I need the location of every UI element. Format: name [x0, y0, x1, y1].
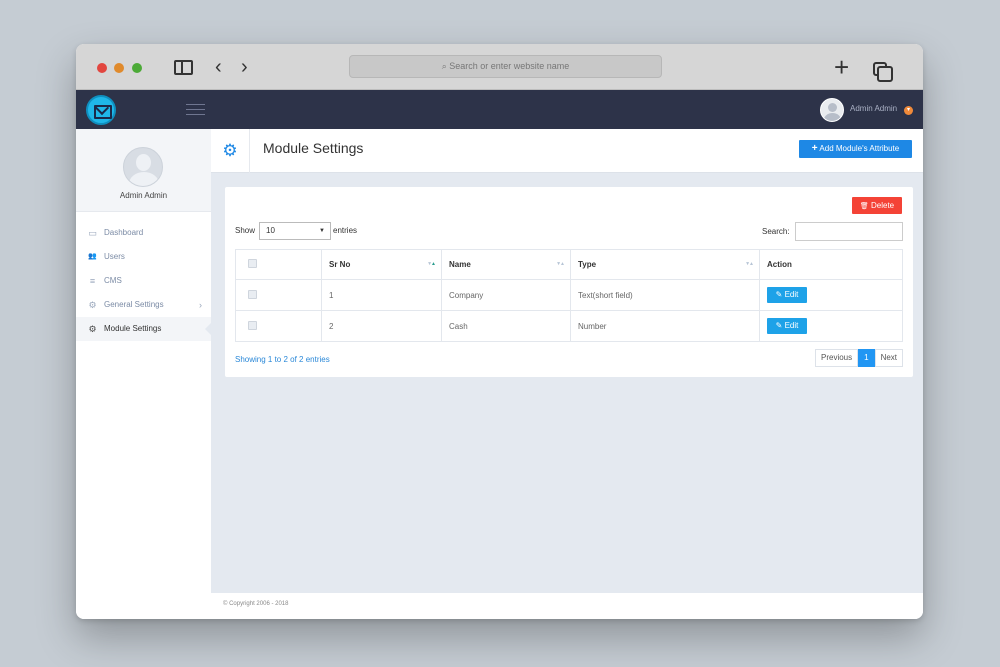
sidebar-menu: ▭ Dashboard 👥 Users ≡ CMS ⚙ General Sett… — [76, 221, 211, 341]
minimize-window-button[interactable] — [114, 63, 124, 73]
page-1-button[interactable]: 1 — [858, 349, 875, 367]
list-icon: ≡ — [89, 276, 96, 286]
new-tab-icon[interactable]: + — [834, 54, 849, 80]
sidebar-profile: Admin Admin — [76, 129, 211, 212]
table-row: 2 Cash Number ✎ Edit — [235, 310, 903, 342]
users-icon: 👥 — [88, 253, 97, 260]
table-info: Showing 1 to 2 of 2 entries — [235, 355, 330, 364]
gear-icon: ⚙ — [88, 324, 97, 334]
main-content: ⚙ Module Settings + Add Module's Attribu… — [211, 129, 923, 619]
select-all-header — [235, 249, 322, 280]
table-header-row: Sr No ▼▲ Name ▼▲ Type ▼▲ Action — [235, 249, 903, 280]
sr-no-cell: 1 — [321, 279, 442, 311]
column-header-type[interactable]: Type ▼▲ — [570, 249, 760, 280]
pencil-icon: ✎ — [775, 321, 783, 330]
sidebar-item-label: CMS — [104, 276, 122, 285]
topbar-username[interactable]: Admin Admin — [850, 104, 897, 113]
add-attribute-button[interactable]: + Add Module's Attribute — [799, 140, 912, 158]
copyright-text: © Copyright 2006 - 2018 — [223, 601, 289, 607]
pagination: Previous 1 Next — [815, 349, 904, 367]
browser-toolbar: ‹ › ⌕ Search or enter website name + — [76, 44, 923, 90]
table-row: 1 Company Text(short field) ✎ Edit — [235, 279, 903, 311]
cogs-icon: ⚙ — [88, 300, 97, 310]
row-checkbox[interactable] — [248, 289, 257, 299]
next-page-button[interactable]: Next — [874, 349, 904, 367]
page-size-value: 10 — [266, 226, 275, 235]
type-cell: Number — [570, 310, 760, 342]
sort-icon: ▼▲ — [745, 261, 754, 267]
column-header-sr-no[interactable]: Sr No ▼▲ — [321, 249, 442, 280]
column-header-action: Action — [759, 249, 903, 280]
browser-window: ‹ › ⌕ Search or enter website name + Adm… — [76, 44, 923, 619]
caret-down-icon: ▼ — [319, 228, 325, 234]
action-cell: ✎ Edit — [759, 310, 903, 342]
sort-icon: ▼▲ — [556, 261, 565, 267]
page-title: Module Settings — [263, 140, 364, 156]
add-attribute-label: Add Module's Attribute — [819, 144, 900, 153]
sidebar-item-module-settings[interactable]: ⚙ Module Settings — [76, 317, 211, 341]
entries-label: entries — [333, 226, 358, 235]
sidebar-item-label: Dashboard — [104, 228, 144, 237]
select-all-checkbox[interactable] — [248, 259, 257, 268]
user-avatar[interactable] — [820, 98, 844, 122]
sr-no-cell: 2 — [321, 310, 442, 342]
type-cell: Text(short field) — [570, 279, 760, 311]
back-arrow-icon[interactable]: ‹ — [215, 57, 222, 77]
close-window-button[interactable] — [97, 63, 107, 73]
sidebar-toggle-icon[interactable] — [174, 60, 193, 75]
row-checkbox[interactable] — [248, 320, 257, 330]
delete-button[interactable]: 🗑 Delete — [852, 197, 902, 214]
gear-icon: ⚙ — [211, 129, 250, 173]
mail-logo-icon[interactable] — [86, 95, 116, 125]
address-bar-placeholder: Search or enter website name — [449, 61, 570, 71]
sidebar-item-cms[interactable]: ≡ CMS — [76, 269, 211, 293]
laptop-icon: ▭ — [88, 228, 97, 238]
profile-avatar — [123, 147, 163, 187]
footer: © Copyright 2006 - 2018 — [211, 593, 923, 619]
sidebar-item-label: General Settings — [104, 300, 164, 309]
edit-button[interactable]: ✎ Edit — [767, 318, 807, 334]
tabs-overview-icon[interactable] — [873, 62, 893, 82]
sort-icon: ▼▲ — [427, 261, 436, 267]
menu-toggle-icon[interactable] — [186, 104, 205, 116]
attributes-table: Sr No ▼▲ Name ▼▲ Type ▼▲ Action 1 Company T… — [235, 249, 903, 342]
sidebar-item-users[interactable]: 👥 Users — [76, 245, 211, 269]
attributes-panel: 🗑 Delete Show 10 ▼ entries Search: Sr No… — [225, 187, 913, 377]
page-size-select[interactable]: 10 ▼ — [259, 222, 331, 240]
name-cell: Company — [441, 279, 571, 311]
action-cell: ✎ Edit — [759, 279, 903, 311]
previous-page-button[interactable]: Previous — [815, 349, 859, 367]
edit-button[interactable]: ✎ Edit — [767, 287, 807, 303]
chevron-right-icon: › — [199, 300, 202, 310]
profile-name: Admin Admin — [119, 191, 168, 200]
column-header-name[interactable]: Name ▼▲ — [441, 249, 571, 280]
address-bar[interactable]: ⌕ Search or enter website name — [349, 55, 662, 78]
page-header: ⚙ Module Settings + Add Module's Attribu… — [211, 129, 923, 173]
row-select-cell — [235, 310, 322, 342]
row-select-cell — [235, 279, 322, 311]
search-input[interactable] — [795, 222, 903, 241]
sidebar-item-label: Users — [104, 252, 125, 261]
user-dropdown-icon[interactable]: ▾ — [904, 106, 913, 115]
pencil-icon: ✎ — [775, 290, 783, 299]
app-topbar: Admin Admin ▾ — [76, 90, 923, 129]
trash-icon: 🗑 — [859, 203, 869, 210]
sidebar-item-general-settings[interactable]: ⚙ General Settings › — [76, 293, 211, 317]
plus-icon: + — [811, 143, 818, 154]
search-label: Search: — [762, 227, 790, 236]
show-label: Show — [235, 226, 256, 235]
forward-arrow-icon[interactable]: › — [241, 57, 248, 77]
maximize-window-button[interactable] — [132, 63, 142, 73]
name-cell: Cash — [441, 310, 571, 342]
sidebar: Admin Admin ▭ Dashboard 👥 Users ≡ CMS ⚙ … — [76, 129, 211, 619]
sidebar-item-dashboard[interactable]: ▭ Dashboard — [76, 221, 211, 245]
sidebar-item-label: Module Settings — [104, 324, 162, 333]
delete-label: Delete — [871, 201, 895, 210]
